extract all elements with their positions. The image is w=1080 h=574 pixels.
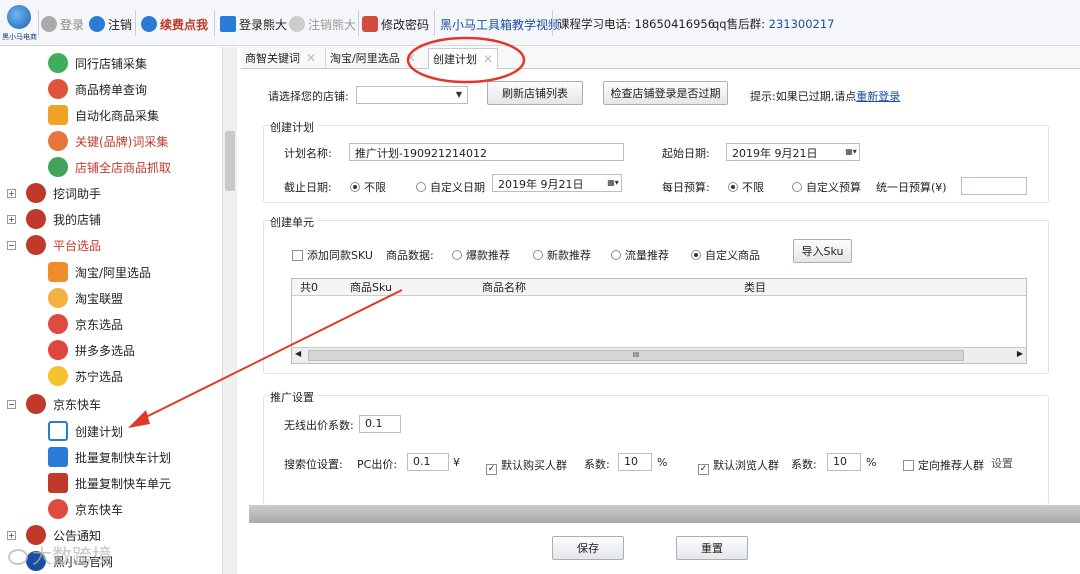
annotation-overlay [128, 36, 526, 428]
annotation-arrow-line [139, 289, 403, 421]
highlight-circle [406, 36, 526, 84]
watermark-logo-icon [8, 549, 28, 565]
watermark: 大数跨境 [8, 540, 112, 569]
annotation-arrowhead [128, 410, 150, 428]
